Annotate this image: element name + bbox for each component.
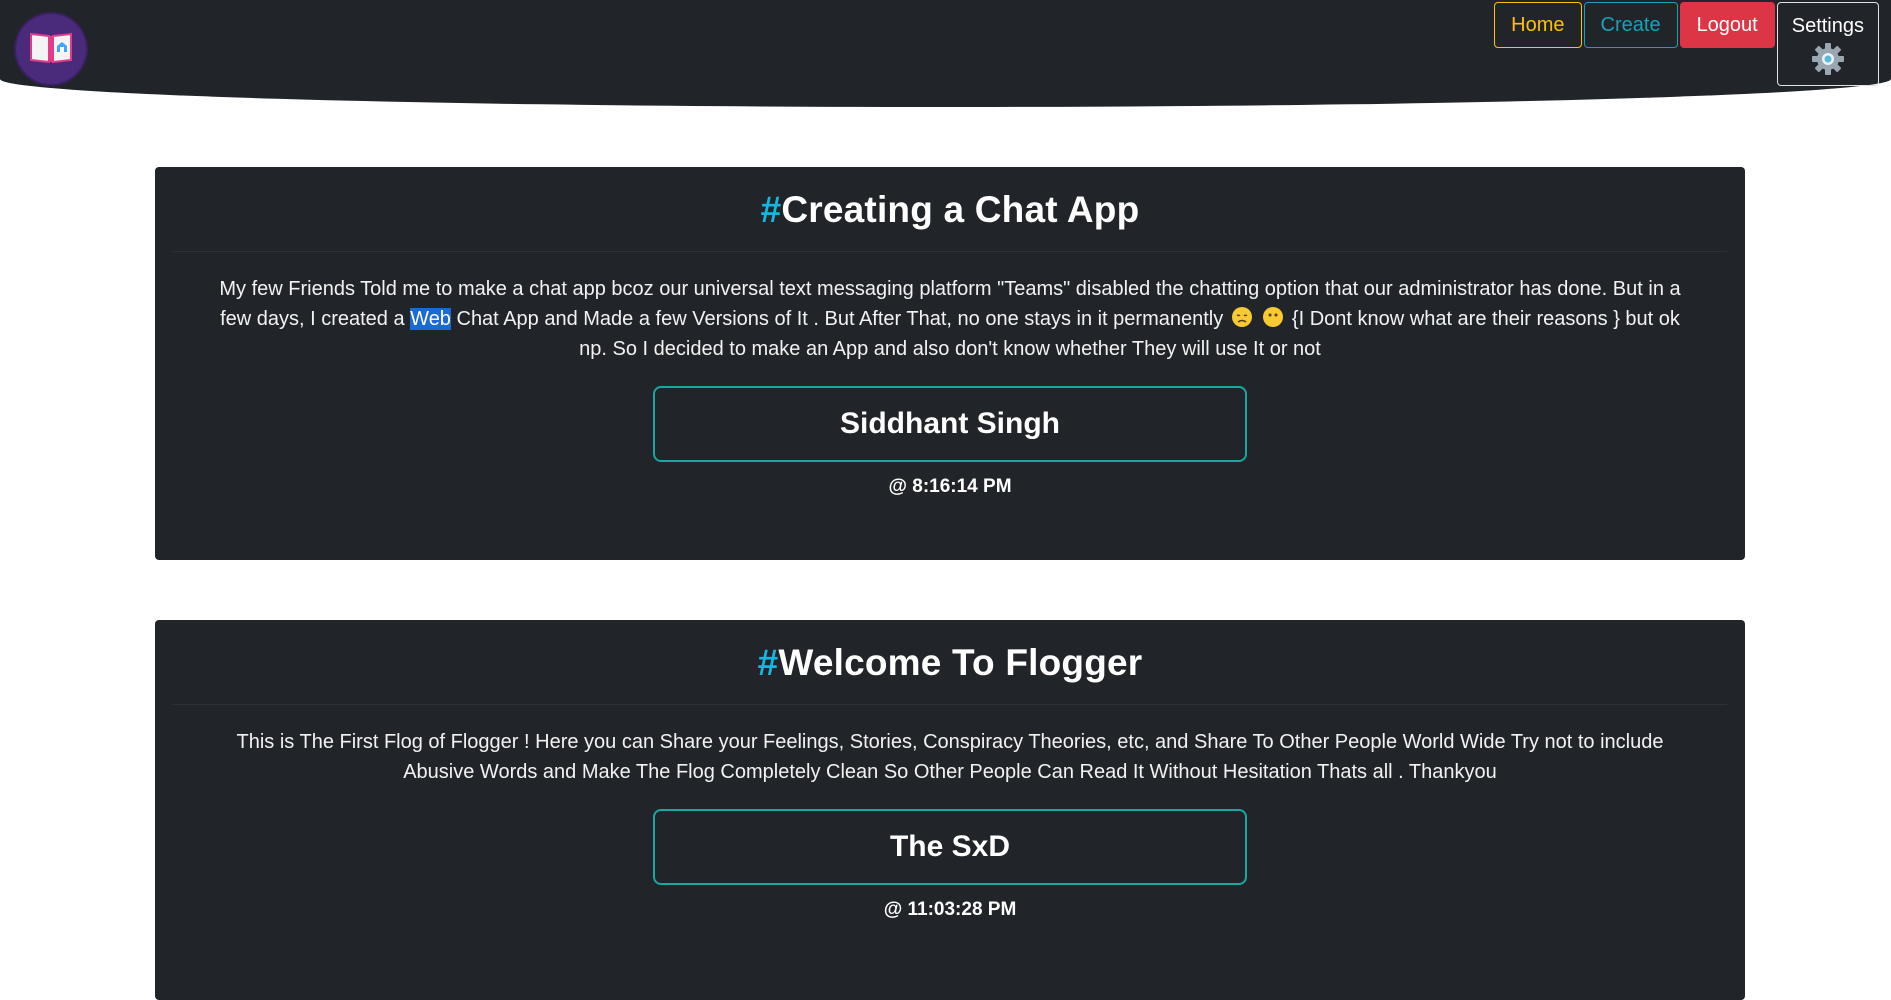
post-title: #Creating a Chat App xyxy=(155,167,1745,251)
hash-symbol: # xyxy=(760,189,782,230)
logo[interactable] xyxy=(16,14,86,84)
logout-button[interactable]: Logout xyxy=(1679,2,1775,48)
settings-label: Settings xyxy=(1791,15,1864,37)
post-body-text: This is The First Flog of Flogger ! Here… xyxy=(236,731,1664,783)
gear-icon xyxy=(1811,43,1844,75)
post-card: #Creating a Chat App My few Friends Told… xyxy=(155,167,1745,560)
create-button[interactable]: Create xyxy=(1583,2,1678,48)
hash-symbol: # xyxy=(757,642,779,683)
disappointed-emoji-icon xyxy=(1231,307,1252,327)
author-button[interactable]: The SxD xyxy=(653,809,1247,885)
home-button[interactable]: Home xyxy=(1494,2,1582,48)
post-time: @ 8:16:14 PM xyxy=(888,476,1012,497)
book-icon xyxy=(30,32,72,64)
top-navbar: Home Create Logout Settings xyxy=(0,0,1891,107)
post-body: This is The First Flog of Flogger ! Here… xyxy=(155,705,1745,787)
settings-button[interactable]: Settings xyxy=(1776,2,1879,86)
nav-buttons: Home Create Logout Settings xyxy=(1494,2,1879,86)
post-title-text: Creating a Chat App xyxy=(781,189,1140,230)
post-body-text: Chat App and Made a few Versions of It .… xyxy=(450,308,1229,330)
author-button[interactable]: Siddhant Singh xyxy=(653,386,1247,462)
post-card: #Welcome To Flogger This is The First Fl… xyxy=(155,620,1745,1000)
selected-text: Web xyxy=(410,308,451,330)
post-body: My few Friends Told me to make a chat ap… xyxy=(155,252,1745,364)
post-title: #Welcome To Flogger xyxy=(155,620,1745,704)
no-mouth-emoji-icon xyxy=(1263,307,1284,327)
post-title-text: Welcome To Flogger xyxy=(778,642,1143,683)
post-time: @ 11:03:28 PM xyxy=(883,899,1017,920)
